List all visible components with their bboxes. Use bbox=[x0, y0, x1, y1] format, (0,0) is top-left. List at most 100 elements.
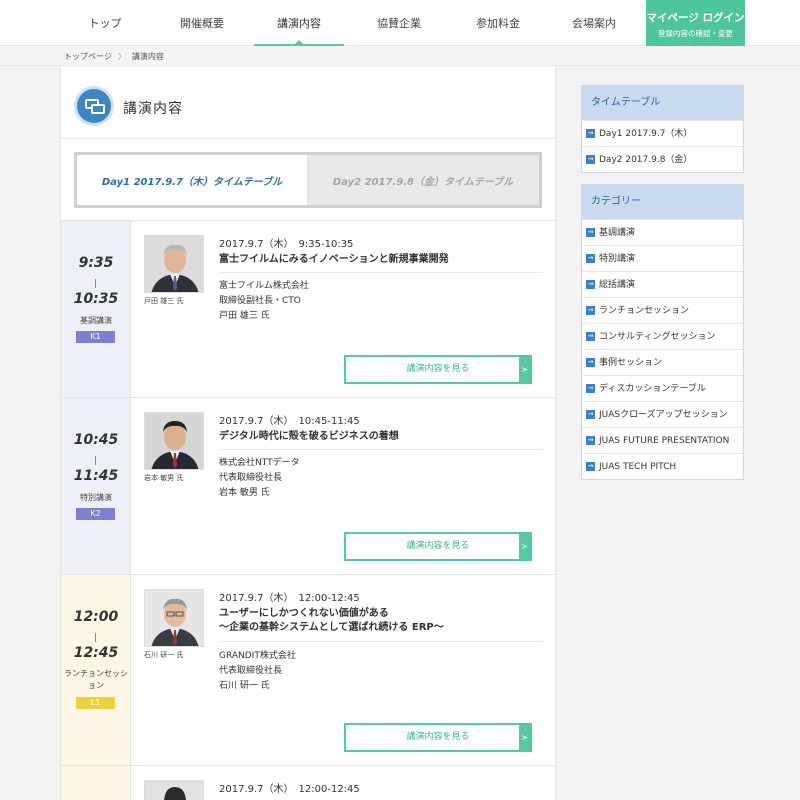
session-category: ランチョンセッション bbox=[64, 669, 128, 690]
chevron-right-icon: > bbox=[519, 357, 530, 382]
sidebar-item-day2[interactable]: → Day2 2017.9.8（金） bbox=[582, 146, 743, 172]
nav-sponsors[interactable]: 協賛企業 bbox=[344, 0, 454, 46]
nav-overview[interactable]: 開催概要 bbox=[150, 0, 254, 46]
session-title[interactable]: ユーザーにしかつくれない価値がある 〜企業の基幹システムとして選ばれ続ける ER… bbox=[219, 607, 444, 635]
breadcrumb-current: 講演内容 bbox=[131, 52, 164, 61]
speaker-info: 富士フイルム株式会社 取締役副社長・CTO 戸田 雄三 氏 bbox=[219, 279, 309, 324]
speaker-position: 取締役副社長・CTO bbox=[219, 296, 301, 306]
session-row: 2017.9.7（木） 12:00-12:45 bbox=[61, 766, 555, 800]
arrow-right-icon: → bbox=[586, 306, 595, 315]
session-row: 12:00 12:45 ランチョンセッション L1 石川 研一 氏 2017.9… bbox=[61, 575, 555, 766]
speaker-name: 石川 研一 氏 bbox=[219, 681, 270, 691]
arrow-right-icon: → bbox=[586, 332, 595, 341]
speaker-company: 富士フイルム株式会社 bbox=[219, 281, 309, 291]
sidebar-item-category[interactable]: → 特別講演 bbox=[582, 245, 743, 271]
tab-day2[interactable]: Day2 2017.9.8（金）タイムテーブル bbox=[307, 155, 539, 205]
chevron-right-icon: > bbox=[519, 534, 530, 559]
mypage-title: マイページ ログイン bbox=[646, 12, 745, 24]
speaker-info: GRANDIT株式会社 代表取締役社長 石川 研一 氏 bbox=[219, 649, 296, 694]
speaker-info: 株式会社NTTデータ 代表取締役社長 岩本 敏男 氏 bbox=[219, 456, 300, 501]
breadcrumb-home[interactable]: トップページ bbox=[64, 52, 112, 61]
sidebar-item-label: コンサルティングセッション bbox=[599, 332, 716, 342]
sidebar-item-category[interactable]: → 事例セッション bbox=[582, 349, 743, 375]
nav-top[interactable]: トップ bbox=[60, 0, 150, 46]
session-badge: L1 bbox=[76, 697, 115, 709]
sidebar-timetable: タイムテーブル → Day1 2017.9.7（木） → Day2 2017.9.8… bbox=[581, 85, 744, 173]
arrow-right-icon: → bbox=[586, 155, 595, 164]
breadcrumb-separator: 〉 bbox=[117, 52, 126, 61]
nav-fees[interactable]: 参加料金 bbox=[454, 0, 542, 46]
session-date: 2017.9.7（木） 10:45-11:45 bbox=[219, 416, 360, 427]
view-lecture-button[interactable]: 講演内容を見る > bbox=[344, 723, 532, 752]
mypage-subtitle: 登録内容の確認・変更 bbox=[658, 29, 733, 38]
sidebar-item-label: 総括講演 bbox=[599, 280, 636, 290]
session-title[interactable]: デジタル時代に殻を破るビジネスの着想 bbox=[219, 430, 399, 444]
session-time-column bbox=[61, 766, 131, 800]
speaker-photo-caption: 石川 研一 氏 bbox=[144, 651, 184, 659]
breadcrumb: トップページ〉講演内容 bbox=[64, 51, 164, 62]
divider bbox=[219, 641, 543, 642]
arrow-right-icon: → bbox=[586, 129, 595, 138]
session-category: 基調講演 bbox=[80, 316, 112, 325]
time-separator bbox=[95, 279, 96, 288]
session-category: 特別講演 bbox=[80, 493, 112, 502]
session-title[interactable]: 富士フイルムにみるイノベーションと新規事業開発 bbox=[219, 253, 449, 267]
speaker-photo-caption: 岩本 敏男 氏 bbox=[144, 474, 184, 482]
mypage-login-button[interactable]: マイページ ログイン 登録内容の確認・変更 bbox=[646, 0, 745, 46]
page-title: 講演内容 bbox=[123, 101, 183, 117]
sidebar-item-category[interactable]: → JUAS FUTURE PRESENTATION bbox=[582, 427, 743, 453]
session-end-time: 11:45 bbox=[73, 468, 119, 484]
divider bbox=[219, 272, 543, 273]
arrow-right-icon: → bbox=[586, 384, 595, 393]
sidebar-categories-heading: カテゴリー bbox=[582, 185, 743, 219]
main-content: 講演内容 Day1 2017.9.7（木）タイムテーブル Day2 2017.9… bbox=[60, 66, 556, 800]
speaker-position: 代表取締役社長 bbox=[219, 473, 283, 483]
view-lecture-button-label: 講演内容を見る bbox=[406, 541, 470, 551]
speaker-name: 岩本 敏男 氏 bbox=[219, 488, 270, 498]
sidebar-item-label: 基調講演 bbox=[599, 228, 636, 238]
time-separator bbox=[95, 456, 96, 465]
divider bbox=[219, 449, 543, 450]
sidebar-item-category[interactable]: → JUASクローズアップセッション bbox=[582, 401, 743, 427]
sidebar-item-label: 特別講演 bbox=[599, 254, 636, 264]
session-title-line1: ユーザーにしかつくれない価値がある bbox=[219, 608, 389, 619]
view-lecture-button[interactable]: 講演内容を見る > bbox=[344, 355, 532, 384]
speaker-photo bbox=[144, 412, 204, 470]
session-row: 10:45 11:45 特別講演 K2 岩本 敏男 氏 2017.9.7（木） … bbox=[61, 398, 555, 575]
tab-day1[interactable]: Day1 2017.9.7（木）タイムテーブル bbox=[77, 155, 307, 205]
arrow-right-icon: → bbox=[586, 228, 595, 237]
nav-venue[interactable]: 会場案内 bbox=[542, 0, 646, 46]
session-start-time: 12:00 bbox=[73, 609, 119, 625]
chevron-right-icon: > bbox=[519, 725, 530, 750]
sidebar-item-label: Day1 2017.9.7（木） bbox=[599, 129, 693, 139]
session-end-time: 10:35 bbox=[73, 291, 119, 307]
breadcrumb-bar: トップページ〉講演内容 bbox=[0, 46, 800, 66]
sidebar-item-category[interactable]: → 総括講演 bbox=[582, 271, 743, 297]
speaker-position: 代表取締役社長 bbox=[219, 666, 283, 676]
sidebar-item-category[interactable]: → ディスカッションテーブル bbox=[582, 375, 743, 401]
nav-lectures[interactable]: 講演内容 bbox=[254, 0, 344, 47]
sidebar-item-category[interactable]: → 基調講演 bbox=[582, 219, 743, 245]
session-end-time: 12:45 bbox=[73, 645, 119, 661]
time-separator bbox=[95, 633, 96, 642]
chat-bubbles-icon bbox=[74, 86, 114, 126]
session-title-line2: 〜企業の基幹システムとして選ばれ続ける ERP〜 bbox=[219, 622, 444, 633]
sidebar-item-category[interactable]: → ランチョンセッション bbox=[582, 297, 743, 323]
view-lecture-button-label: 講演内容を見る bbox=[406, 364, 470, 374]
session-date: 2017.9.7（木） 9:35-10:35 bbox=[219, 239, 354, 250]
sidebar-item-category[interactable]: → コンサルティングセッション bbox=[582, 323, 743, 349]
arrow-right-icon: → bbox=[586, 358, 595, 367]
speaker-photo bbox=[144, 780, 204, 800]
global-nav: トップ 開催概要 講演内容 協賛企業 参加料金 会場案内 マイページ ログイン … bbox=[0, 0, 800, 47]
sidebar-item-label: ランチョンセッション bbox=[599, 306, 690, 316]
session-time-column: 12:00 12:45 ランチョンセッション L1 bbox=[61, 575, 131, 765]
view-lecture-button[interactable]: 講演内容を見る > bbox=[344, 532, 532, 561]
sidebar-item-label: ディスカッションテーブル bbox=[599, 384, 706, 394]
sidebar-item-label: JUASクローズアップセッション bbox=[599, 410, 728, 420]
day-tabs: Day1 2017.9.7（木）タイムテーブル Day2 2017.9.8（金）… bbox=[74, 152, 542, 208]
view-lecture-button-label: 講演内容を見る bbox=[406, 732, 470, 742]
session-time-column: 10:45 11:45 特別講演 K2 bbox=[61, 398, 131, 574]
sidebar-item-day1[interactable]: → Day1 2017.9.7（木） bbox=[582, 120, 743, 146]
sidebar-item-category[interactable]: → JUAS TECH PITCH bbox=[582, 453, 743, 479]
speaker-company: 株式会社NTTデータ bbox=[219, 458, 300, 468]
